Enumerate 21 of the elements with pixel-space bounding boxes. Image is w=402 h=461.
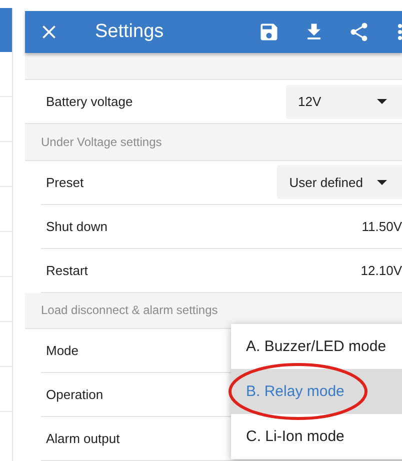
dropdown-select[interactable]: 12V [286,84,402,119]
setting-label: Operation [46,386,104,402]
menu-item[interactable]: A. Buzzer/LED mode [231,324,402,369]
share-icon [348,21,370,44]
setting-label: Alarm output [46,430,120,446]
setting-label: Mode [46,342,79,358]
dropdown-select[interactable]: User defined [277,165,402,200]
more-icon [398,24,402,40]
caret-icon [377,99,387,104]
setting-label: Restart [46,262,88,278]
setting-label: Preset [46,174,84,190]
setting-value: 12.10V [360,262,402,278]
more-button[interactable] [398,24,402,40]
section-header: Under Voltage settings [25,124,402,161]
menu-item[interactable]: C. Li-Ion mode [231,414,402,459]
setting-label: Shut down [46,218,108,234]
section-header: Load disconnect & alarm settings [25,292,402,329]
caret-icon [377,180,387,185]
window-title: Settings [95,21,165,44]
setting-value: 11.50V [362,218,402,234]
setting-label: Battery voltage [46,94,133,110]
